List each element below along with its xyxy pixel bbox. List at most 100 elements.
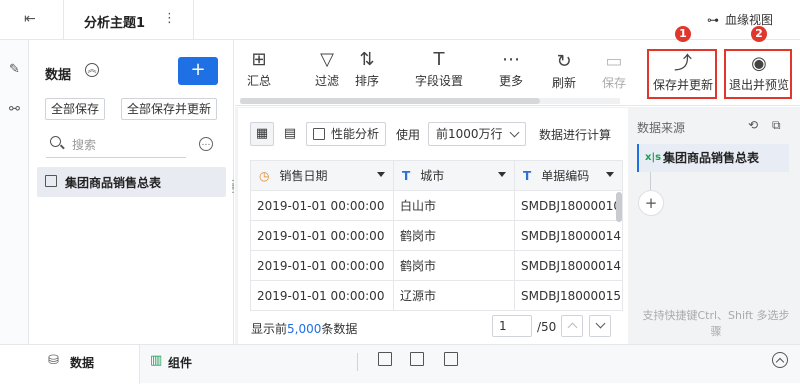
- perf-analysis-button[interactable]: 性能分析: [306, 122, 386, 146]
- column-header[interactable]: ◷ 销售日期: [250, 160, 394, 191]
- summary-icon: ⊞: [251, 49, 267, 70]
- table-cell: SMDBJ18000014: [514, 250, 623, 281]
- collapse-up-icon[interactable]: ︽: [85, 63, 99, 77]
- table-cell: 鹤岗市: [393, 220, 515, 251]
- use-label: 使用: [396, 128, 421, 142]
- table-vertical-scrollbar[interactable]: [616, 192, 622, 222]
- toolbar-label: 过滤: [314, 74, 339, 88]
- excel-icon: x|s: [645, 152, 662, 163]
- exit-left-icon[interactable]: ⇤: [24, 11, 36, 27]
- expand-up-button[interactable]: [772, 352, 788, 368]
- perf-label: 性能分析: [331, 127, 380, 141]
- sidebar-title: 数据: [45, 68, 72, 83]
- footer-suffix: 条数据: [321, 322, 358, 336]
- refresh-icon: ↻: [556, 51, 572, 72]
- tab-data[interactable]: ⛁ 数据: [0, 345, 140, 384]
- tab-label: 组件: [168, 356, 193, 370]
- lineage-view-button[interactable]: ⊶ 血缘视图: [707, 11, 773, 28]
- table-cell: 辽源市: [393, 280, 515, 311]
- add-data-button[interactable]: +: [178, 57, 218, 85]
- search-input[interactable]: 搜索: [46, 132, 186, 158]
- relation-icon[interactable]: ⚯: [6, 102, 23, 119]
- caret-down-icon[interactable]: [498, 172, 506, 177]
- search-icon: [50, 136, 61, 147]
- more-button[interactable]: ⋯ 更多: [495, 48, 527, 89]
- shortcut-hint: 支持快捷键Ctrl、Shift 多选步骤: [642, 309, 790, 338]
- save-all-update-button[interactable]: 全部保存并更新: [121, 98, 217, 120]
- column-view-icon[interactable]: ▤: [278, 122, 302, 146]
- dataset-item[interactable]: 集团商品销售总表: [37, 167, 226, 197]
- column-header[interactable]: T 单据编码: [514, 160, 623, 191]
- sort-icon: ⇅: [359, 49, 375, 70]
- column-name: 销售日期: [279, 169, 328, 183]
- table-row: 2019-01-01 00:00:00 鹤岗市 SMDBJ18000014: [250, 250, 623, 281]
- component-icon: ▥: [150, 353, 163, 368]
- split-icon[interactable]: ⧉: [772, 118, 781, 133]
- page-input[interactable]: 1: [492, 315, 532, 337]
- field-settings-button[interactable]: T 字段设置: [411, 48, 467, 89]
- data-source-panel: 数据来源 ⟲ ⧉ x|s 集团商品销售总表 + 支持快捷键Ctrl、Shift …: [630, 108, 800, 344]
- chevron-up-icon: [775, 357, 785, 367]
- caret-down-icon[interactable]: [377, 172, 385, 177]
- chevron-up-icon: [567, 322, 578, 333]
- save-all-button[interactable]: 全部保存: [45, 98, 105, 120]
- perf-icon: [313, 128, 325, 140]
- toolbar-label: 汇总: [246, 74, 271, 88]
- add-text-icon[interactable]: [444, 352, 458, 366]
- divider: [63, 0, 64, 40]
- add-chart-icon[interactable]: [378, 352, 392, 366]
- footer-prefix: 显示前: [251, 322, 288, 336]
- sort-button[interactable]: ⇅ 排序: [349, 48, 385, 89]
- data-table: ◷ 销售日期 T 城市 T 单据编码 2019-01-01 00:00:00 白山市 SM…: [250, 160, 623, 311]
- table-row: 2019-01-01 00:00:00 辽源市 SMDBJ18000015: [250, 280, 623, 311]
- add-step-button[interactable]: +: [638, 190, 664, 216]
- highlight-box-2: [724, 49, 792, 99]
- more-options-icon[interactable]: …: [199, 137, 213, 151]
- page-up-button[interactable]: [561, 315, 583, 337]
- toolbar-scrollbar[interactable]: [240, 98, 620, 104]
- source-label: 集团商品销售总表: [663, 151, 760, 165]
- column-name: 单据编码: [541, 169, 590, 183]
- toolbar-label: 排序: [354, 74, 379, 88]
- page-title[interactable]: 分析主题1: [84, 12, 145, 31]
- table-view-icon[interactable]: ▦: [250, 122, 274, 146]
- column-header[interactable]: T 城市: [393, 160, 515, 191]
- table-row: 2019-01-01 00:00:00 鹤岗市 SMDBJ18000014: [250, 220, 623, 251]
- edit-data-icon[interactable]: ✎: [6, 62, 23, 79]
- caret-down-icon[interactable]: [606, 172, 614, 177]
- save-button[interactable]: ▭ 保存: [597, 50, 631, 91]
- text-type-icon: T: [523, 169, 532, 183]
- table-row: 2019-01-01 00:00:00 白山市 SMDBJ18000010: [250, 190, 623, 221]
- page-down-button[interactable]: [589, 315, 611, 337]
- table-cell: SMDBJ18000015: [514, 280, 623, 311]
- summary-button[interactable]: ⊞ 汇总: [239, 48, 279, 89]
- left-rail: ✎ ⚯: [0, 40, 29, 344]
- add-table-icon[interactable]: [410, 352, 424, 366]
- more-icon: ⋯: [502, 49, 520, 70]
- database-icon: ⛁: [48, 353, 59, 368]
- data-source-item[interactable]: x|s 集团商品销售总表: [637, 144, 789, 172]
- step-badge-1: 1: [675, 26, 691, 42]
- footer-info: 显示前5,000条数据: [251, 320, 357, 337]
- table-cell: 2019-01-01 00:00:00: [250, 190, 394, 221]
- table-cell: 鹤岗市: [393, 250, 515, 281]
- data-preview-card: ▦ ▤ 性能分析 使用 前1000万行 数据进行计算 ◷ 销售日期 T 城市 T 单据…: [238, 108, 628, 344]
- highlight-box-1: [647, 49, 717, 99]
- filter-icon: ▽: [320, 49, 334, 70]
- field-settings-icon: T: [433, 49, 445, 70]
- scroll-thumb[interactable]: [240, 98, 540, 104]
- table-cell: SMDBJ18000010: [514, 190, 623, 221]
- more-vertical-icon[interactable]: ⋮: [163, 11, 176, 26]
- table-cell: 2019-01-01 00:00:00: [250, 220, 394, 251]
- toolbar: ⊞ 汇总 ▽ 过滤 ⇅ 排序 T 字段设置 ⋯ 更多 ↻ 刷新 ▭ 保存 ⤴ 保…: [235, 26, 800, 106]
- filter-button[interactable]: ▽ 过滤: [309, 48, 345, 89]
- save-icon: ▭: [605, 51, 623, 72]
- toolbar-label: 保存: [601, 76, 626, 90]
- chart-icon: [45, 175, 57, 187]
- divider: [357, 353, 358, 371]
- refresh-button[interactable]: ↻ 刷新: [547, 50, 581, 91]
- history-icon[interactable]: ⟲: [748, 118, 758, 132]
- toolbar-label: 字段设置: [414, 74, 463, 88]
- rows-select[interactable]: 前1000万行: [428, 122, 526, 146]
- table-cell: 2019-01-01 00:00:00: [250, 280, 394, 311]
